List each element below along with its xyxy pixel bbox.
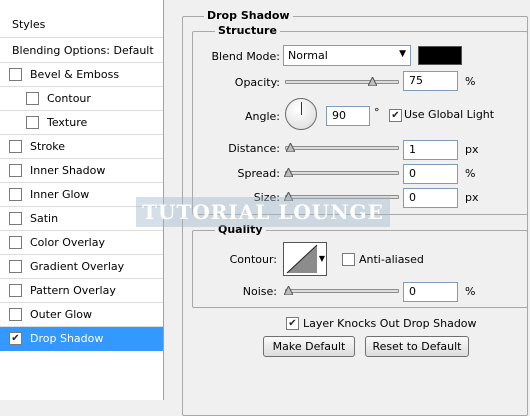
style-item-label: Stroke: [30, 140, 66, 153]
texture-checkbox[interactable]: [26, 116, 39, 129]
opacity-label: Opacity:: [234, 76, 280, 89]
style-item-label: Inner Shadow: [30, 164, 106, 177]
contour-preview-icon: [286, 244, 318, 274]
noise-label: Noise:: [242, 285, 277, 298]
blend-mode-label: Blend Mode:: [211, 50, 281, 63]
drop-shadow-title: Drop Shadow: [204, 9, 293, 22]
outer-glow-checkbox[interactable]: [9, 308, 22, 321]
contour-picker[interactable]: ▼: [283, 242, 327, 276]
angle-input[interactable]: 90: [326, 106, 370, 126]
spread-slider-thumb[interactable]: [284, 168, 293, 177]
style-item-label: Drop Shadow: [30, 332, 104, 345]
use-global-light-checkbox[interactable]: [389, 109, 402, 122]
style-item-label: Contour: [47, 92, 91, 105]
spread-label: Spread:: [237, 167, 280, 180]
distance-slider-thumb[interactable]: [286, 143, 295, 152]
distance-input[interactable]: 1: [403, 140, 458, 160]
style-item-contour[interactable]: Contour: [0, 87, 163, 111]
opacity-slider-thumb[interactable]: [367, 77, 377, 86]
spread-input[interactable]: 0: [403, 164, 458, 184]
inner-glow-checkbox[interactable]: [9, 188, 22, 201]
anti-aliased-checkbox[interactable]: [342, 253, 355, 266]
structure-title: Structure: [215, 24, 280, 37]
blending-options-item[interactable]: Blending Options: Default: [0, 38, 163, 63]
layer-knocks-out-checkbox[interactable]: [286, 317, 299, 330]
anti-aliased-label: Anti-aliased: [359, 253, 424, 266]
angle-dial[interactable]: [285, 98, 317, 130]
gradient-overlay-checkbox[interactable]: [9, 260, 22, 273]
style-item-label: Inner Glow: [30, 188, 90, 201]
style-item-outer-glow[interactable]: Outer Glow: [0, 303, 163, 327]
opacity-slider[interactable]: [285, 77, 399, 86]
contour-label: Contour:: [229, 253, 277, 266]
blend-mode-select[interactable]: Normal ▼: [283, 45, 411, 66]
pattern-overlay-checkbox[interactable]: [9, 284, 22, 297]
style-item-drop-shadow[interactable]: Drop Shadow: [0, 327, 163, 351]
size-input[interactable]: 0: [403, 188, 458, 208]
opacity-unit: %: [465, 75, 476, 88]
noise-input[interactable]: 0: [403, 282, 458, 302]
style-item-texture[interactable]: Texture: [0, 111, 163, 135]
style-item-label: Pattern Overlay: [30, 284, 116, 297]
make-default-button[interactable]: Make Default: [263, 336, 355, 357]
angle-label: Angle:: [244, 110, 280, 123]
chevron-down-icon[interactable]: ▼: [319, 254, 325, 263]
shadow-color-swatch[interactable]: [418, 46, 462, 65]
opacity-input[interactable]: 75: [403, 71, 458, 91]
style-item-label: Satin: [30, 212, 59, 225]
noise-unit: %: [465, 285, 476, 298]
style-item-pattern-overlay[interactable]: Pattern Overlay: [0, 279, 163, 303]
chevron-down-icon: ▼: [399, 49, 406, 59]
style-item-gradient-overlay[interactable]: Gradient Overlay: [0, 255, 163, 279]
style-item-label: Bevel & Emboss: [30, 68, 120, 81]
styles-header[interactable]: Styles: [0, 12, 163, 38]
distance-slider[interactable]: [285, 143, 399, 152]
angle-unit: °: [374, 106, 380, 119]
distance-label: Distance:: [228, 142, 280, 155]
style-item-bevel-emboss[interactable]: Bevel & Emboss: [0, 63, 163, 87]
style-item-label: Gradient Overlay: [30, 260, 125, 273]
satin-checkbox[interactable]: [9, 212, 22, 225]
style-item-inner-shadow[interactable]: Inner Shadow: [0, 159, 163, 183]
use-global-light-label: Use Global Light: [404, 108, 495, 121]
size-unit: px: [465, 191, 479, 204]
inner-shadow-checkbox[interactable]: [9, 164, 22, 177]
color-overlay-checkbox[interactable]: [9, 236, 22, 249]
reset-to-default-button[interactable]: Reset to Default: [365, 336, 469, 357]
noise-slider[interactable]: [284, 286, 399, 295]
style-item-label: Outer Glow: [30, 308, 93, 321]
stroke-checkbox[interactable]: [9, 140, 22, 153]
style-item-color-overlay[interactable]: Color Overlay: [0, 231, 163, 255]
style-item-label: Texture: [47, 116, 88, 129]
distance-unit: px: [465, 143, 479, 156]
contour-checkbox[interactable]: [26, 92, 39, 105]
drop-shadow-checkbox[interactable]: [9, 332, 22, 345]
angle-dial-needle: [301, 102, 302, 115]
styles-header-label: Styles: [12, 18, 46, 31]
style-item-stroke[interactable]: Stroke: [0, 135, 163, 159]
style-item-label: Color Overlay: [30, 236, 105, 249]
spread-slider[interactable]: [284, 168, 399, 177]
bevel-emboss-checkbox[interactable]: [9, 68, 22, 81]
layer-knocks-out-label: Layer Knocks Out Drop Shadow: [303, 317, 477, 330]
blend-mode-value: Normal: [288, 49, 328, 62]
noise-slider-thumb[interactable]: [284, 286, 293, 295]
tutorial-lounge-watermark: TUTORIAL LOUNGE: [136, 197, 390, 227]
blending-options-label: Blending Options: Default: [12, 43, 154, 57]
spread-unit: %: [465, 167, 476, 180]
